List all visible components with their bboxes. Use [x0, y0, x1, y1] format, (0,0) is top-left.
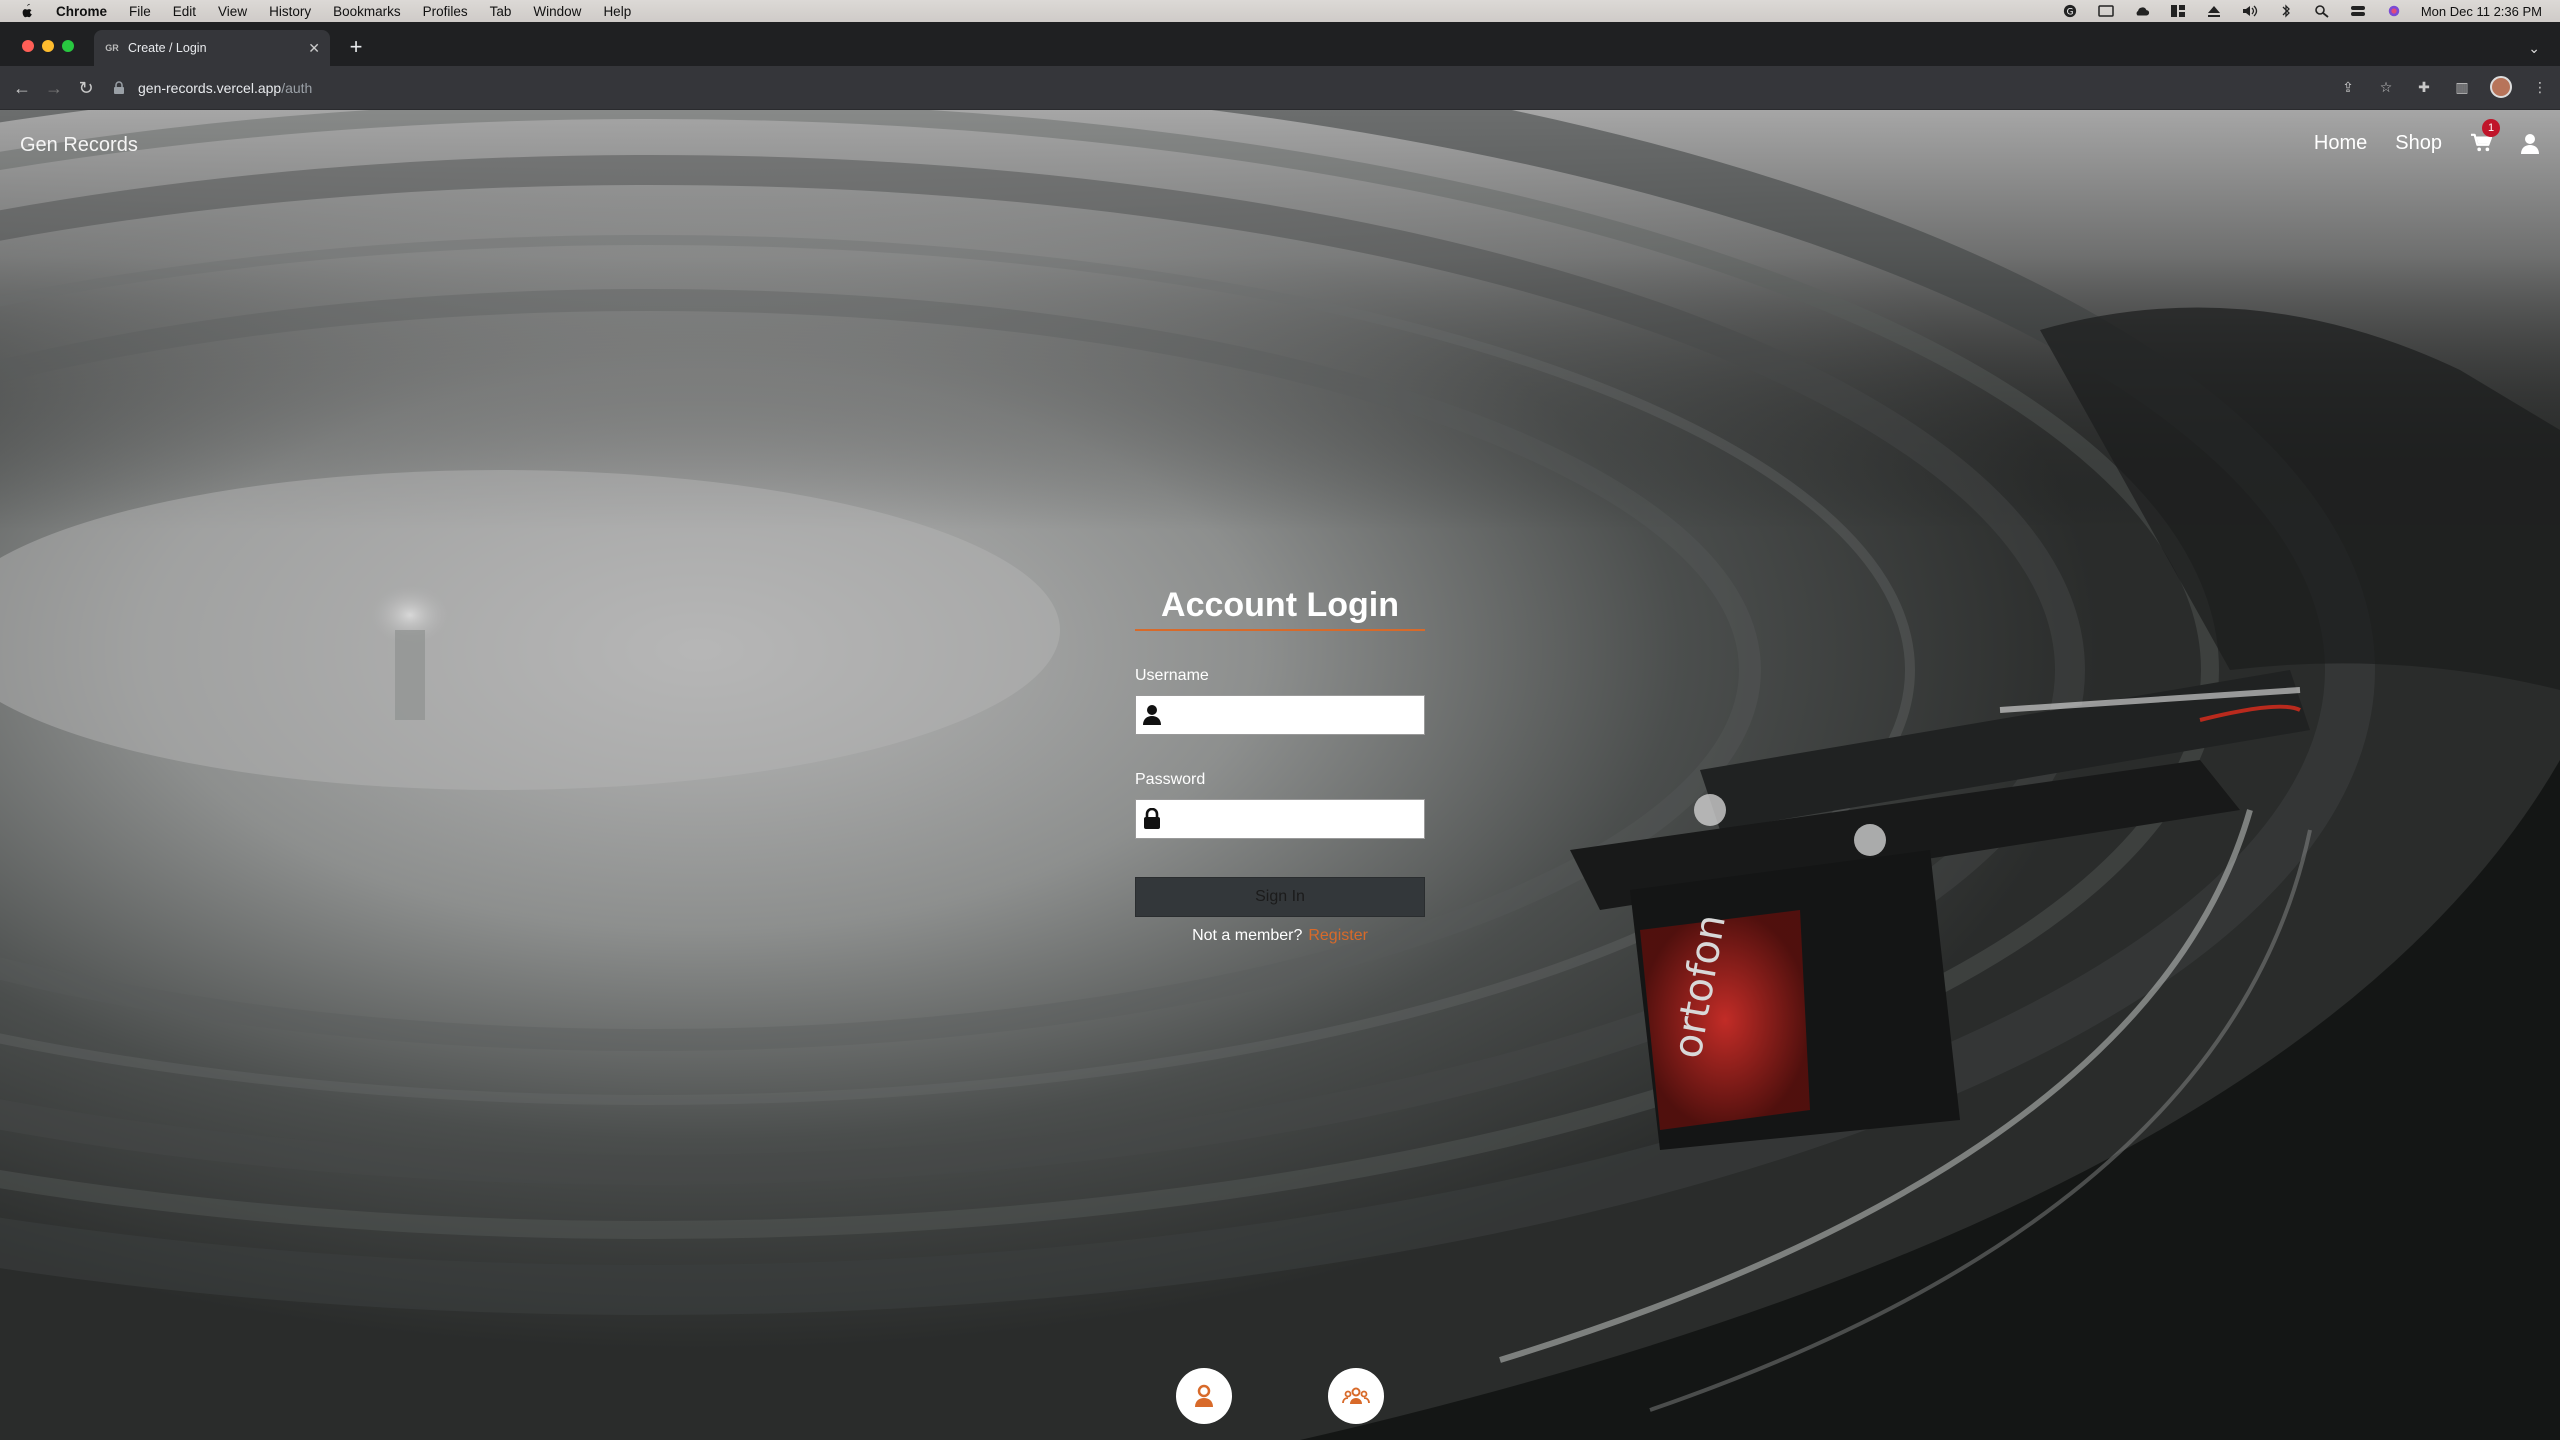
siri-icon[interactable]: [2385, 4, 2403, 18]
username-input[interactable]: [1163, 696, 1424, 734]
eject-icon[interactable]: [2205, 4, 2223, 18]
brand-logo-text[interactable]: Gen Records: [20, 134, 138, 157]
nav-shop-link[interactable]: Shop: [2395, 132, 2442, 155]
cart-button[interactable]: 1: [2470, 118, 2500, 155]
extensions-puzzle-icon[interactable]: ✚: [2414, 77, 2434, 97]
volume-icon[interactable]: [2241, 4, 2259, 18]
favicon-icon: GR: [105, 43, 119, 53]
menubar-status-area: G Mon Dec 11 2:36 PM: [2061, 4, 2542, 19]
url-host: gen-records.vercel.app: [138, 80, 282, 96]
login-title: Account Login: [1135, 586, 1425, 631]
menubar-clock[interactable]: Mon Dec 11 2:36 PM: [2421, 4, 2542, 19]
menu-view[interactable]: View: [218, 4, 247, 19]
new-tab-button[interactable]: +: [344, 36, 368, 60]
menu-history[interactable]: History: [269, 4, 311, 19]
close-window-button[interactable]: [22, 40, 34, 52]
login-form: Account Login Username Password Sign In …: [1135, 586, 1425, 945]
reload-icon[interactable]: ↻: [76, 78, 96, 98]
menu-tab[interactable]: Tab: [490, 4, 512, 19]
close-tab-icon[interactable]: ✕: [308, 40, 320, 57]
browser-tab-strip: GR Create / Login ✕ + ⌄: [0, 22, 2560, 66]
forward-arrow-icon[interactable]: →: [44, 78, 64, 98]
display-icon[interactable]: [2097, 4, 2115, 18]
zoom-window-button[interactable]: [62, 40, 74, 52]
side-panel-icon[interactable]: ▥: [2452, 77, 2472, 97]
menu-window[interactable]: Window: [533, 4, 581, 19]
url-path: /auth: [281, 80, 313, 96]
more-menu-icon[interactable]: ⋮: [2530, 77, 2550, 97]
users-group-icon: [1342, 1387, 1370, 1404]
svg-text:ortofon: ortofon: [1665, 911, 1735, 1062]
browser-toolbar: ← → ↻ gen-records.vercel.app/auth ⇪ ☆ ✚ …: [0, 66, 2560, 110]
username-label: Username: [1135, 667, 1209, 684]
menu-profiles[interactable]: Profiles: [423, 4, 468, 19]
username-field[interactable]: [1135, 695, 1425, 735]
user-icon: [1195, 1384, 1213, 1407]
not-member-text: Not a member?: [1192, 927, 1303, 944]
cloud-icon[interactable]: [2133, 4, 2151, 18]
menu-help[interactable]: Help: [603, 4, 631, 19]
menu-app-chrome[interactable]: Chrome: [56, 4, 107, 19]
tab-title: Create / Login: [128, 41, 207, 55]
grammarly-icon[interactable]: G: [2061, 4, 2079, 18]
layout-icon[interactable]: [2169, 4, 2187, 18]
tab-search-chevron-icon[interactable]: ⌄: [2528, 40, 2540, 57]
nav-home-link[interactable]: Home: [2314, 132, 2367, 155]
page-viewport: ortofon Gen Records Home Shop 1 Account …: [0, 110, 2560, 1440]
share-icon[interactable]: ⇪: [2338, 77, 2358, 97]
lock-icon[interactable]: [112, 81, 126, 95]
control-center-icon[interactable]: [2349, 4, 2367, 18]
lock-icon: [1144, 808, 1160, 829]
password-input[interactable]: [1163, 800, 1424, 838]
toolbar-actions: ⇪ ☆ ✚ ▥ ⋮: [2338, 76, 2550, 98]
password-label: Password: [1135, 771, 1206, 788]
cart-count-badge: 1: [2482, 118, 2500, 137]
password-field[interactable]: [1135, 799, 1425, 839]
svg-text:G: G: [2066, 8, 2073, 18]
tab-active[interactable]: GR Create / Login ✕: [94, 30, 330, 66]
minimize-window-button[interactable]: [42, 40, 54, 52]
users-group-button[interactable]: [1328, 1368, 1384, 1424]
spotlight-search-icon[interactable]: [2313, 4, 2331, 18]
bluetooth-icon[interactable]: [2277, 4, 2295, 18]
user-role-button[interactable]: [1176, 1368, 1232, 1424]
menu-bookmarks[interactable]: Bookmarks: [333, 4, 401, 19]
menu-file[interactable]: File: [129, 4, 151, 19]
bookmark-star-icon[interactable]: ☆: [2376, 77, 2396, 97]
sign-in-button[interactable]: Sign In: [1135, 877, 1425, 917]
user-icon: [1143, 705, 1161, 725]
menu-edit[interactable]: Edit: [173, 4, 196, 19]
register-link[interactable]: Register: [1308, 927, 1368, 944]
user-account-icon[interactable]: [2520, 133, 2540, 155]
site-nav: Home Shop 1: [2314, 118, 2540, 155]
macos-menubar: Chrome File Edit View History Bookmarks …: [0, 0, 2560, 22]
apple-logo-icon[interactable]: [16, 3, 38, 19]
window-controls: [22, 40, 74, 52]
profile-avatar[interactable]: [2490, 76, 2512, 98]
site-header: Gen Records Home Shop 1: [0, 110, 2560, 180]
address-bar[interactable]: gen-records.vercel.app/auth: [112, 73, 2412, 103]
back-arrow-icon[interactable]: ←: [12, 78, 32, 98]
register-prompt: Not a member? Register: [1135, 927, 1425, 945]
